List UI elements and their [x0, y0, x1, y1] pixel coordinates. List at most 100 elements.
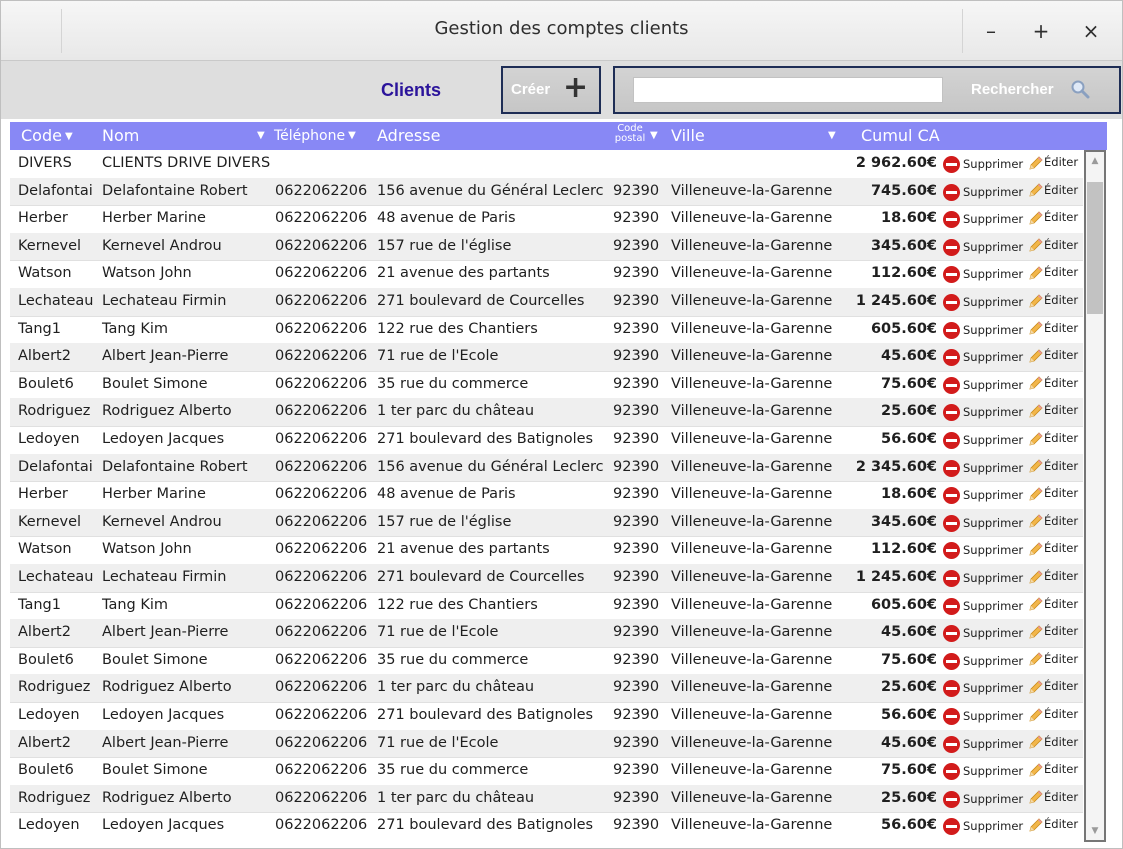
- delete-button[interactable]: Supprimer: [943, 182, 1023, 202]
- delete-button[interactable]: Supprimer: [943, 292, 1023, 312]
- delete-button[interactable]: Supprimer: [943, 734, 1023, 754]
- delete-button[interactable]: Supprimer: [943, 789, 1023, 809]
- table-row[interactable]: Watson Watson John 0622062206 21 avenue des…: [10, 536, 1083, 565]
- delete-button[interactable]: Supprimer: [943, 706, 1023, 726]
- table-row[interactable]: Boulet6 Boulet Simone 0622062206 35 rue du …: [10, 371, 1083, 400]
- delete-button[interactable]: Supprimer: [943, 678, 1023, 698]
- edit-button[interactable]: Éditer: [1028, 649, 1078, 669]
- table-row[interactable]: Herber Herber Marine 0622062206 48 avenue d…: [10, 205, 1083, 234]
- edit-button[interactable]: Éditer: [1028, 538, 1078, 558]
- edit-button[interactable]: Éditer: [1028, 787, 1078, 807]
- delete-button[interactable]: Supprimer: [943, 237, 1023, 257]
- edit-button[interactable]: Éditer: [1028, 180, 1078, 200]
- delete-button[interactable]: Supprimer: [943, 651, 1023, 671]
- table-row[interactable]: Lechateau Lechateau Firmin 0622062206 271 b…: [10, 564, 1083, 593]
- vertical-scrollbar[interactable]: ▲ ▼: [1084, 150, 1106, 842]
- delete-button[interactable]: Supprimer: [943, 596, 1023, 616]
- edit-button[interactable]: Éditer: [1028, 704, 1078, 724]
- search-icon[interactable]: [1070, 79, 1090, 99]
- edit-button[interactable]: Éditer: [1028, 732, 1078, 752]
- table-row[interactable]: Rodriguez Rodriguez Alberto 0622062206 1 te…: [10, 398, 1083, 427]
- delete-button[interactable]: Supprimer: [943, 320, 1023, 340]
- table-row[interactable]: Kernevel Kernevel Androu 0622062206 157 rue…: [10, 508, 1083, 538]
- table-row[interactable]: Tang1 Tang Kim 0622062206 122 rue des Chant…: [10, 592, 1083, 621]
- column-header-telephone[interactable]: Téléphone ▼: [274, 122, 356, 150]
- edit-button[interactable]: Éditer: [1028, 594, 1078, 614]
- table-row[interactable]: Rodriguez Rodriguez Alberto 0622062206 1 te…: [10, 674, 1083, 703]
- table-row[interactable]: Albert2 Albert Jean-Pierre 0622062206 71 ru…: [10, 619, 1083, 648]
- delete-button[interactable]: Supprimer: [943, 485, 1023, 505]
- edit-button[interactable]: Éditer: [1028, 290, 1078, 310]
- column-header-ville[interactable]: Ville: [671, 122, 705, 150]
- delete-button[interactable]: Supprimer: [943, 540, 1023, 560]
- scroll-up-arrow-icon[interactable]: ▲: [1086, 152, 1104, 170]
- delete-button[interactable]: Supprimer: [943, 402, 1023, 422]
- edit-button[interactable]: Éditer: [1028, 621, 1078, 641]
- cell-nom: Herber Marine: [102, 486, 206, 503]
- edit-button[interactable]: Éditer: [1028, 207, 1078, 227]
- table-row[interactable]: Tang1 Tang Kim 0622062206 122 rue des Chant…: [10, 316, 1083, 345]
- edit-button[interactable]: Éditer: [1028, 676, 1078, 696]
- table-row[interactable]: Albert2 Albert Jean-Pierre 0622062206 71 ru…: [10, 729, 1083, 759]
- delete-button[interactable]: Supprimer: [943, 430, 1023, 450]
- delete-button[interactable]: Supprimer: [943, 375, 1023, 395]
- edit-button[interactable]: Éditer: [1028, 759, 1078, 779]
- cell-code-postal: 92390: [613, 817, 660, 834]
- maximize-button[interactable]: +: [1026, 17, 1056, 45]
- table-row[interactable]: Lechateau Lechateau Firmin 0622062206 271 b…: [10, 288, 1083, 317]
- table-row[interactable]: Boulet6 Boulet Simone 0622062206 35 rue du …: [10, 757, 1083, 786]
- column-header-code-postal[interactable]: Code postal: [612, 122, 648, 152]
- edit-button[interactable]: Éditer: [1028, 152, 1078, 172]
- delete-button[interactable]: Supprimer: [943, 761, 1023, 781]
- delete-button[interactable]: Supprimer: [943, 209, 1023, 229]
- delete-button[interactable]: Supprimer: [943, 513, 1023, 533]
- delete-button[interactable]: Supprimer: [943, 347, 1023, 367]
- table-row[interactable]: Herber Herber Marine 0622062206 48 avenue d…: [10, 481, 1083, 510]
- delete-button[interactable]: Supprimer: [943, 623, 1023, 643]
- delete-button[interactable]: Supprimer: [943, 458, 1023, 478]
- delete-button[interactable]: Supprimer: [943, 264, 1023, 284]
- cell-adresse: 271 boulevard de Courcelles: [377, 293, 585, 309]
- edit-button[interactable]: Éditer: [1028, 318, 1078, 338]
- edit-button[interactable]: Éditer: [1028, 373, 1078, 393]
- scrollbar-thumb[interactable]: [1087, 182, 1103, 314]
- edit-button[interactable]: Éditer: [1028, 814, 1078, 834]
- edit-button[interactable]: Éditer: [1028, 456, 1078, 476]
- search-input[interactable]: [633, 77, 943, 103]
- edit-button[interactable]: Éditer: [1028, 235, 1078, 255]
- cell-code: Herber: [18, 486, 68, 503]
- edit-button[interactable]: Éditer: [1028, 400, 1078, 420]
- create-client-button[interactable]: Créer +: [501, 66, 601, 114]
- edit-button[interactable]: Éditer: [1028, 262, 1078, 282]
- edit-button[interactable]: Éditer: [1028, 428, 1078, 448]
- table-row[interactable]: Kernevel Kernevel Androu 0622062206 157 rue…: [10, 232, 1083, 262]
- delete-button[interactable]: Supprimer: [943, 154, 1023, 174]
- scroll-down-arrow-icon[interactable]: ▼: [1086, 822, 1104, 840]
- table-row[interactable]: Delafontai Delafontaine Robert 0622062206 1…: [10, 453, 1083, 483]
- table-row[interactable]: Albert2 Albert Jean-Pierre 0622062206 71 ru…: [10, 343, 1083, 372]
- table-row[interactable]: Boulet6 Boulet Simone 0622062206 35 rue du …: [10, 647, 1083, 676]
- table-row[interactable]: Rodriguez Rodriguez Alberto 0622062206 1 te…: [10, 784, 1083, 814]
- table-row[interactable]: DIVERS CLIENTS DRIVE DIVERS 2 962.60€ Suppr…: [10, 150, 1083, 179]
- table-row[interactable]: Ledoyen Ledoyen Jacques 0622062206 271 boul…: [10, 426, 1083, 455]
- edit-button[interactable]: Éditer: [1028, 345, 1078, 365]
- table-row[interactable]: Ledoyen Ledoyen Jacques 0622062206 271 boul…: [10, 812, 1083, 840]
- column-header-code[interactable]: Code ▼: [21, 122, 73, 150]
- table-row[interactable]: Delafontai Delafontaine Robert 0622062206 1…: [10, 177, 1083, 207]
- table-row[interactable]: Watson Watson John 0622062206 21 avenue des…: [10, 260, 1083, 289]
- close-button[interactable]: ×: [1076, 17, 1106, 45]
- cell-code-postal: 92390: [613, 513, 660, 530]
- cell-cumul-ca: 1 245.60€: [855, 569, 937, 585]
- edit-button[interactable]: Éditer: [1028, 483, 1078, 503]
- edit-button[interactable]: Éditer: [1028, 511, 1078, 531]
- column-header-nom[interactable]: Nom: [102, 122, 139, 150]
- minimize-button[interactable]: –: [976, 17, 1006, 45]
- cell-telephone: 0622062206: [275, 817, 368, 834]
- column-header-cumul-ca[interactable]: Cumul CA: [861, 122, 940, 150]
- delete-button[interactable]: Supprimer: [943, 568, 1023, 588]
- column-header-adresse[interactable]: Adresse: [377, 122, 440, 150]
- delete-button[interactable]: Supprimer: [943, 816, 1023, 836]
- edit-button[interactable]: Éditer: [1028, 566, 1078, 586]
- table-row[interactable]: Ledoyen Ledoyen Jacques 0622062206 271 boul…: [10, 702, 1083, 731]
- search-button[interactable]: Rechercher: [971, 81, 1054, 98]
